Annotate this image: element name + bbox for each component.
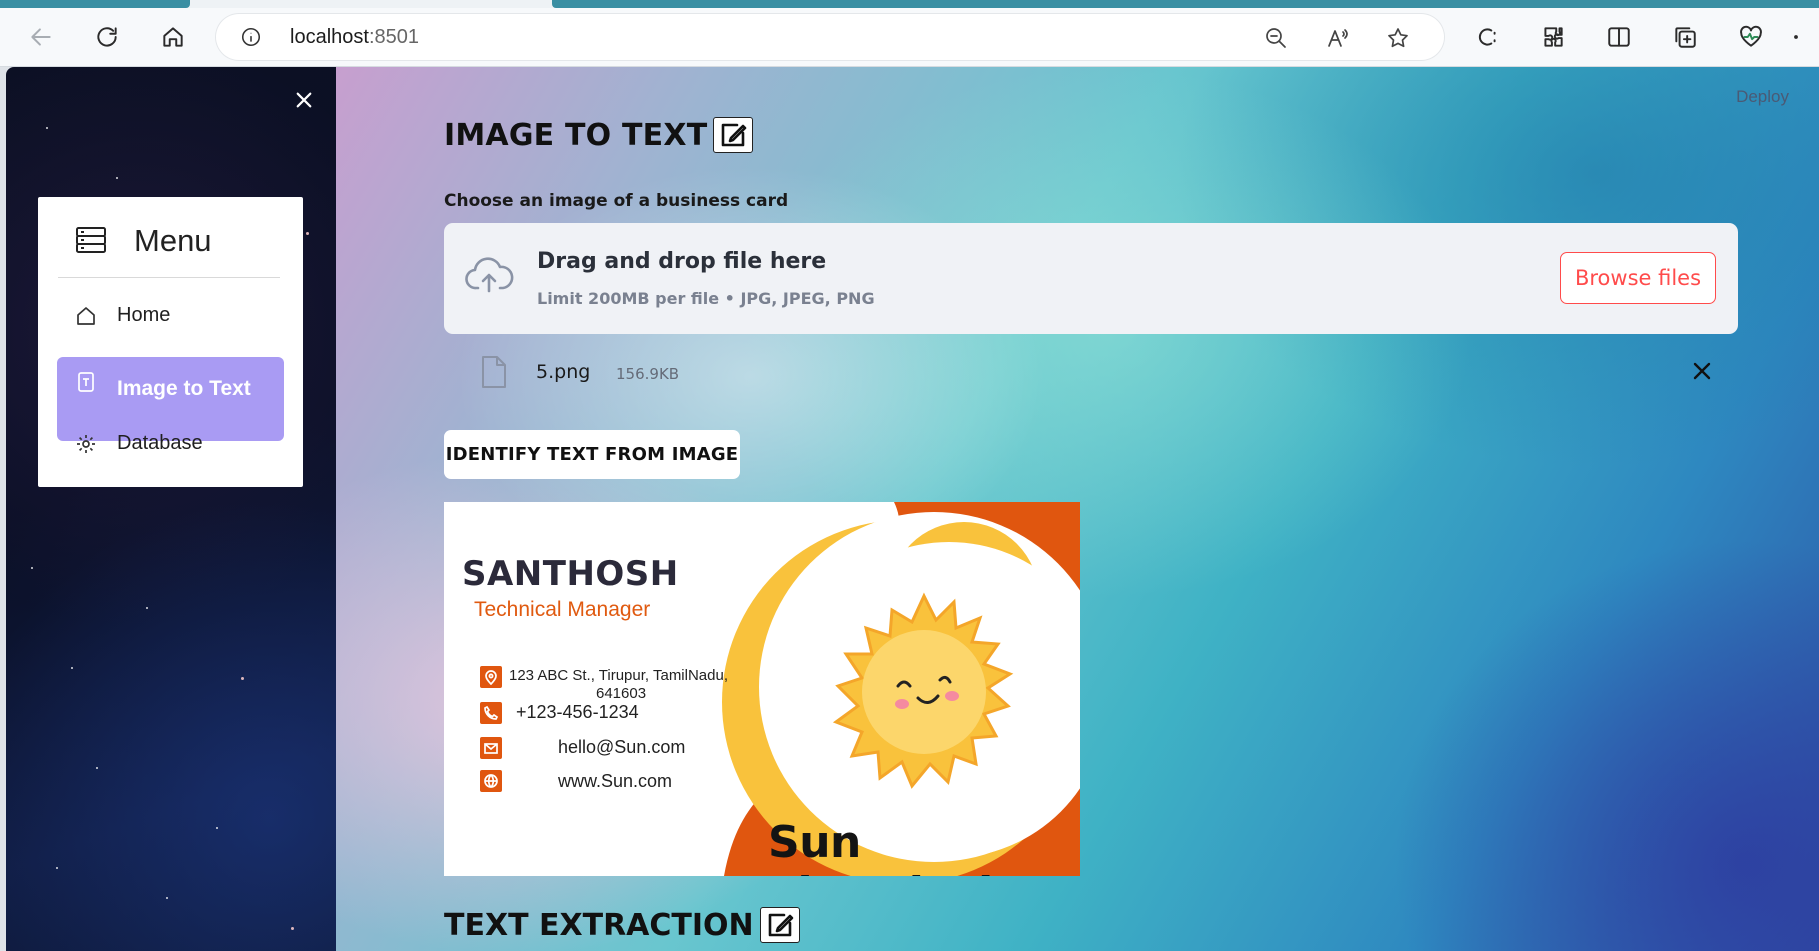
card-person-name: SANTHOSH xyxy=(462,554,679,594)
copilot-icon xyxy=(1478,28,1496,46)
star-decoration xyxy=(71,667,73,669)
phone-icon xyxy=(480,702,502,724)
page-title-text: IMAGE TO TEXT xyxy=(444,117,708,153)
split-screen-button[interactable] xyxy=(1600,18,1638,56)
puzzle-icon xyxy=(1544,27,1563,47)
collections-button[interactable] xyxy=(1666,18,1704,56)
heart-pulse-icon xyxy=(1740,25,1762,47)
sidebar-close-button[interactable] xyxy=(291,87,317,113)
deploy-button[interactable]: Deploy xyxy=(1736,87,1789,107)
page-title: IMAGE TO TEXT xyxy=(444,117,754,153)
browser-tab-active[interactable] xyxy=(552,0,1819,8)
arrow-left-icon xyxy=(31,28,51,46)
browser-toolbar: localhost:8501 xyxy=(0,8,1819,67)
star-decoration xyxy=(116,177,118,179)
menu-divider xyxy=(58,277,280,278)
site-info-icon[interactable] xyxy=(240,26,262,48)
browser-tab[interactable] xyxy=(0,0,190,8)
remove-file-button[interactable] xyxy=(1692,361,1716,385)
back-button[interactable] xyxy=(22,18,60,56)
card-website: www.Sun.com xyxy=(558,771,673,791)
star-decoration xyxy=(146,607,148,609)
sidebar-item-label: Image to Text xyxy=(117,377,251,400)
main-content: Deploy IMAGE TO TEXT Choose an image of … xyxy=(336,67,1819,951)
star-decoration xyxy=(46,127,48,129)
more-dots-icon xyxy=(1794,35,1798,39)
star-decoration xyxy=(216,827,218,829)
file-dropzone[interactable]: Drag and drop file here Limit 200MB per … xyxy=(444,223,1738,334)
option-menu: Menu Home Image to Text Database xyxy=(38,197,303,487)
star-decoration xyxy=(241,677,244,680)
globe-icon xyxy=(480,770,502,792)
sidebar-item-home[interactable]: Home xyxy=(57,301,284,333)
uploader-label: Choose an image of a business card xyxy=(444,191,789,211)
close-icon xyxy=(1693,362,1711,380)
sidebar: Menu Home Image to Text Database xyxy=(6,67,336,951)
edit-note-icon xyxy=(759,907,800,943)
section-title-text: TEXT EXTRACTION xyxy=(444,907,754,943)
star-decoration xyxy=(31,567,33,569)
read-aloud-icon[interactable] xyxy=(1324,24,1352,52)
url-text[interactable]: localhost:8501 xyxy=(290,26,419,49)
browse-files-button[interactable]: Browse files xyxy=(1560,252,1716,304)
dropzone-title: Drag and drop file here xyxy=(537,249,827,274)
more-options-button[interactable] xyxy=(1792,18,1816,56)
star-decoration xyxy=(56,867,58,869)
house-icon xyxy=(75,305,97,327)
edit-note-icon xyxy=(713,117,754,153)
menu-title: Menu xyxy=(134,223,212,258)
sidebar-item-label: Database xyxy=(117,432,203,454)
card-address-line1: 123 ABC St., Tirupur, TamilNadu, xyxy=(509,667,729,684)
refresh-icon xyxy=(97,27,117,47)
card-company-name: Sun Electricals xyxy=(768,817,1019,876)
collections-icon xyxy=(1675,27,1696,48)
browser-tab-strip xyxy=(0,0,1819,8)
cloud-upload-icon xyxy=(464,255,514,295)
favorite-star-icon[interactable] xyxy=(1384,24,1412,52)
file-icon xyxy=(480,355,508,389)
extensions-button[interactable] xyxy=(1534,18,1572,56)
card-person-role: Technical Manager xyxy=(474,598,651,621)
uploaded-file-size: 156.9KB xyxy=(616,365,680,383)
star-decoration xyxy=(166,897,168,899)
split-screen-icon xyxy=(1608,27,1630,47)
star-decoration xyxy=(291,927,294,930)
star-decoration xyxy=(306,232,309,235)
uploaded-file-name: 5.png xyxy=(536,361,591,383)
browser-health-button[interactable] xyxy=(1732,18,1770,56)
menu-list-icon xyxy=(74,223,108,257)
dropzone-hint: Limit 200MB per file • JPG, JPEG, PNG xyxy=(537,289,875,308)
close-icon xyxy=(296,92,312,108)
zoom-out-icon[interactable] xyxy=(1262,24,1290,52)
envelope-icon xyxy=(480,737,502,759)
sidebar-item-database[interactable]: Database xyxy=(57,429,284,461)
card-address-line2: 641603 xyxy=(596,685,647,702)
address-bar[interactable]: localhost:8501 xyxy=(216,14,1444,60)
uploaded-file-row: 5.png 156.9KB xyxy=(444,347,1738,399)
refresh-button[interactable] xyxy=(88,18,126,56)
copilot-button[interactable] xyxy=(1468,18,1506,56)
home-button[interactable] xyxy=(154,18,192,56)
card-phone: +123-456-1234 xyxy=(516,702,639,722)
card-email: hello@Sun.com xyxy=(558,737,686,757)
sidebar-item-label: Home xyxy=(117,304,171,326)
identify-text-button[interactable]: IDENTIFY TEXT FROM IMAGE xyxy=(444,430,740,479)
home-icon xyxy=(163,27,183,47)
gear-icon xyxy=(75,433,97,455)
section-title: TEXT EXTRACTION xyxy=(444,907,800,943)
star-decoration xyxy=(96,767,98,769)
location-pin-icon xyxy=(480,666,502,688)
business-card-image: SANTHOSH Technical Manager 123 ABC St., … xyxy=(444,502,1080,876)
